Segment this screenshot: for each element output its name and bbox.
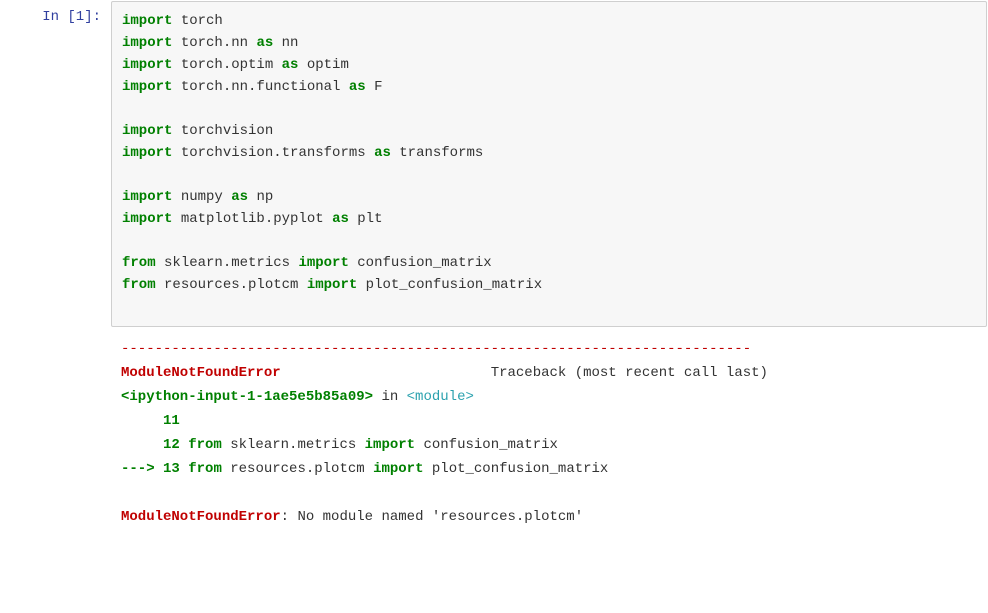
code-line: import torch.nn as nn bbox=[122, 32, 976, 54]
code-line: from sklearn.metrics import confusion_ma… bbox=[122, 252, 976, 274]
tb-error-name-final: ModuleNotFoundError bbox=[121, 509, 281, 525]
code-line: import numpy as np bbox=[122, 186, 976, 208]
code-line: import matplotlib.pyplot as plt bbox=[122, 208, 976, 230]
tb-header: ModuleNotFoundError Traceback (most rece… bbox=[121, 361, 977, 385]
tb-error-line: ---> 13 from resources.plotcm import plo… bbox=[121, 457, 977, 481]
tb-traceback-label: Traceback (most recent call last) bbox=[491, 365, 768, 381]
code-input-area[interactable]: import torchimport torch.nn as nnimport … bbox=[111, 1, 987, 327]
code-line bbox=[122, 164, 976, 186]
tb-context-line: 12 from sklearn.metrics import confusion… bbox=[121, 433, 977, 457]
tb-final-error: ModuleNotFoundError: No module named 're… bbox=[121, 505, 977, 529]
code-line: import torchvision bbox=[122, 120, 976, 142]
tb-module: <module> bbox=[407, 389, 474, 405]
tb-source: <ipython-input-1-1ae5e5b85a09> bbox=[121, 389, 373, 405]
code-line bbox=[122, 296, 976, 318]
blank-line bbox=[121, 481, 977, 505]
input-prompt: In [1]: bbox=[1, 1, 111, 327]
code-line: import torch bbox=[122, 10, 976, 32]
code-line: import torchvision.transforms as transfo… bbox=[122, 142, 976, 164]
traceback-output: ----------------------------------------… bbox=[111, 329, 987, 537]
code-line bbox=[122, 230, 976, 252]
output-cell: ----------------------------------------… bbox=[0, 328, 988, 538]
tb-location: <ipython-input-1-1ae5e5b85a09> in <modul… bbox=[121, 385, 977, 409]
output-prompt bbox=[1, 329, 111, 537]
code-line: import torch.optim as optim bbox=[122, 54, 976, 76]
prompt-label: In [1]: bbox=[42, 9, 101, 25]
code-line: import torch.nn.functional as F bbox=[122, 76, 976, 98]
code-line: from resources.plotcm import plot_confus… bbox=[122, 274, 976, 296]
code-cell: In [1]: import torchimport torch.nn as n… bbox=[0, 0, 988, 328]
code-line bbox=[122, 98, 976, 120]
tb-context-line: 11 bbox=[121, 409, 977, 433]
tb-separator: ----------------------------------------… bbox=[121, 337, 977, 361]
tb-error-name: ModuleNotFoundError bbox=[121, 365, 281, 381]
